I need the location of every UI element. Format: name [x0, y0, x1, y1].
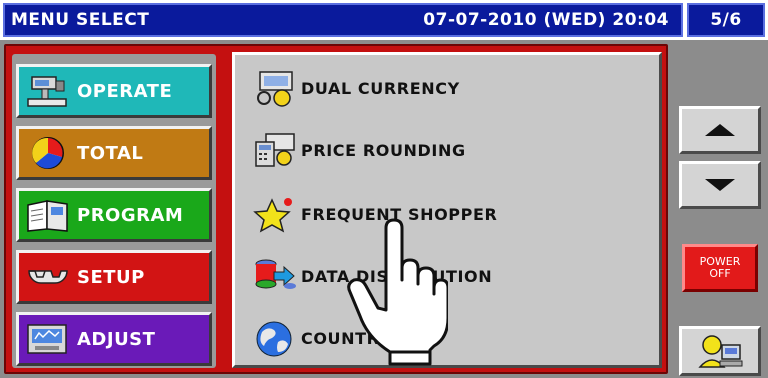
dual-currency-item[interactable]: DUAL CURRENCY: [251, 63, 460, 113]
price-rounding-label: PRICE ROUNDING: [301, 140, 466, 160]
dual-currency-label: DUAL CURRENCY: [301, 78, 460, 98]
globe-icon: [251, 316, 299, 360]
power-label-line2: OFF: [709, 267, 731, 280]
adjust-label: ADJUST: [77, 328, 156, 350]
datetime: 07-07-2010 (WED) 20:04: [423, 10, 669, 30]
program-label: PROGRAM: [77, 204, 184, 226]
setup-label: SETUP: [77, 266, 145, 288]
category-column: OPERATE TOTAL PROGRAM SETUP ADJUST: [12, 54, 216, 368]
scroll-up-button[interactable]: [679, 106, 761, 154]
book-icon: [19, 195, 77, 235]
operate-button[interactable]: OPERATE: [16, 64, 212, 118]
scale-icon: [19, 71, 77, 111]
star-icon: [251, 192, 299, 236]
price-rounding-item[interactable]: PRICE ROUNDING: [251, 125, 466, 175]
operate-label: OPERATE: [77, 80, 173, 102]
scroll-down-button[interactable]: [679, 161, 761, 209]
total-label: TOTAL: [77, 142, 144, 164]
title-bar: MENU SELECT 07-07-2010 (WED) 20:04 5/6: [0, 0, 768, 40]
user-button[interactable]: [679, 326, 761, 376]
hand-pointer-icon: [338, 218, 450, 366]
total-button[interactable]: TOTAL: [16, 126, 212, 180]
power-off-button[interactable]: POWER OFF: [682, 244, 758, 292]
triangle-up-icon: [705, 124, 735, 136]
database-icon: [251, 254, 299, 298]
menu-panel: OPERATE TOTAL PROGRAM SETUP ADJUST DUAL …: [4, 44, 668, 374]
setup-button[interactable]: SETUP: [16, 250, 212, 304]
page-title: MENU SELECT: [11, 10, 150, 30]
pie-chart-icon: [19, 133, 77, 173]
gauge-icon: [19, 319, 77, 359]
currency-icon: [251, 66, 299, 110]
calculator-icon: [251, 128, 299, 172]
user-icon: [698, 335, 743, 368]
program-button[interactable]: PROGRAM: [16, 188, 212, 242]
title-cell: MENU SELECT 07-07-2010 (WED) 20:04: [3, 3, 683, 37]
triangle-down-icon: [705, 179, 735, 191]
adjust-button[interactable]: ADJUST: [16, 312, 212, 366]
wrench-icon: [19, 257, 77, 297]
page-indicator: 5/6: [687, 3, 765, 37]
